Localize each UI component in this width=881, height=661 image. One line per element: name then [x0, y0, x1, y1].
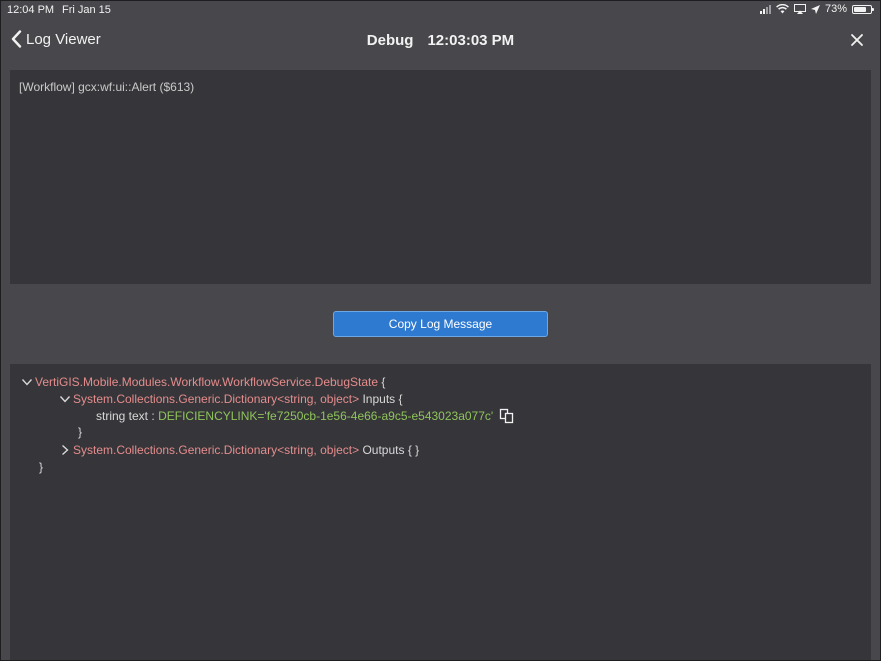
copy-log-message-button[interactable]: Copy Log Message	[333, 311, 548, 337]
tree-node-inputs: System.Collections.Generic.Dictionary<st…	[59, 392, 403, 406]
input-item-separator: :	[151, 409, 155, 423]
chevron-right-icon[interactable]	[59, 444, 71, 456]
root-close-brace: }	[39, 460, 43, 474]
inputs-close-brace-text: }	[78, 425, 83, 439]
status-time: 12:04 PM	[7, 4, 55, 16]
navigation-bar: Log Viewer Debug 12:03:03 PM	[1, 19, 880, 63]
page-title: Debug 12:03:03 PM	[1, 32, 880, 49]
chevron-down-icon[interactable]	[21, 376, 33, 388]
log-message-text: [Workflow] gcx:wf:ui::Alert ($613)	[19, 80, 195, 94]
input-item-value: DEFICIENCYLINK='fe7250cb-1e56-4e66-a9c5-…	[158, 409, 494, 423]
copy-icon[interactable]	[499, 408, 515, 424]
battery-percent: 73%	[824, 3, 847, 15]
signal-icon	[759, 4, 771, 14]
wifi-icon	[776, 4, 789, 14]
inputs-type-name: System.Collections.Generic.Dictionary<st…	[73, 392, 360, 406]
tree-node-outputs: System.Collections.Generic.Dictionary<st…	[59, 443, 419, 457]
status-date: Fri Jan 15	[62, 4, 111, 16]
tree-node-root: VertiGIS.Mobile.Modules.Workflow.Workflo…	[21, 375, 385, 389]
root-type-name: VertiGIS.Mobile.Modules.Workflow.Workflo…	[35, 375, 379, 389]
inputs-label: Inputs {	[362, 392, 403, 406]
location-icon	[810, 4, 820, 14]
outputs-label: Outputs { }	[362, 443, 420, 457]
inputs-close-brace: }	[78, 425, 82, 439]
app-window: 12:04 PM Fri Jan 15 73% Log Viewer Debug…	[0, 0, 881, 661]
page-title-timestamp: 12:03:03 PM	[427, 32, 515, 49]
status-bar: 12:04 PM Fri Jan 15 73%	[1, 1, 880, 19]
page-title-level: Debug	[366, 32, 414, 49]
debug-state-panel: VertiGIS.Mobile.Modules.Workflow.Workflo…	[10, 364, 871, 660]
root-open-brace: {	[381, 375, 386, 389]
chevron-down-icon[interactable]	[59, 393, 71, 405]
battery-icon	[852, 4, 874, 14]
close-icon[interactable]	[848, 31, 866, 49]
copy-log-message-label: Copy Log Message	[388, 317, 493, 331]
log-message-panel: [Workflow] gcx:wf:ui::Alert ($613)	[10, 70, 871, 284]
battery-level	[854, 6, 866, 12]
status-indicators: 73%	[759, 3, 874, 15]
root-close-brace-text: }	[39, 460, 44, 474]
screen-mirror-icon	[793, 4, 806, 14]
input-item-type: string text	[96, 409, 149, 423]
tree-input-item: string text : DEFICIENCYLINK='fe7250cb-1…	[96, 408, 515, 424]
outputs-type-name: System.Collections.Generic.Dictionary<st…	[73, 443, 360, 457]
